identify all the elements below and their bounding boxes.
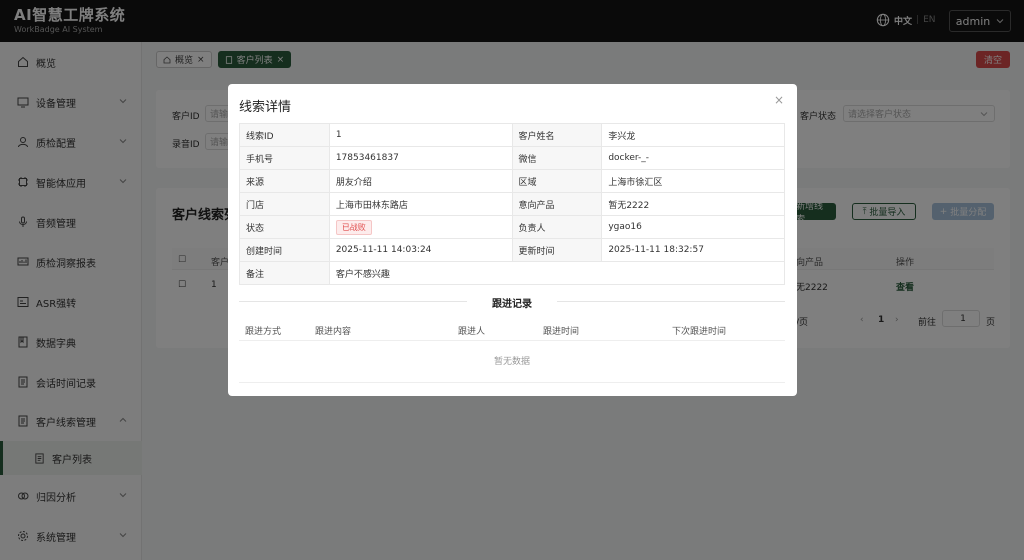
lead-detail-modal: 线索详情 × 线索ID 1 客户姓名 李兴龙 手机号 17853461837 微… <box>228 84 797 396</box>
field-label: 区域 <box>511 169 603 193</box>
created-time-value: 2025-11-11 14:03:24 <box>328 238 513 262</box>
product-value: 暂无2222 <box>601 192 785 216</box>
field-label: 微信 <box>511 146 603 170</box>
updated-time-value: 2025-11-11 18:32:57 <box>601 238 785 262</box>
followup-header: 跟进方式 跟进内容 跟进人 跟进时间 下次跟进时间 <box>239 319 785 341</box>
followup-divider: 跟进记录 <box>239 295 785 310</box>
field-label: 意向产品 <box>511 192 603 216</box>
field-label: 来源 <box>239 169 330 193</box>
field-label: 状态 <box>239 215 330 239</box>
field-label: 门店 <box>239 192 330 216</box>
wechat-value: docker-_- <box>601 146 785 170</box>
phone-value: 17853461837 <box>328 146 513 170</box>
status-cell: 已战败 <box>328 215 513 239</box>
close-icon[interactable]: × <box>774 93 784 107</box>
owner-value: ygao16 <box>601 215 785 239</box>
followup-title: 跟进记录 <box>492 299 532 310</box>
col-followup-method: 跟进方式 <box>245 327 282 337</box>
store-value: 上海市田林东路店 <box>328 192 513 216</box>
source-value: 朋友介绍 <box>328 169 513 193</box>
field-label: 备注 <box>239 261 330 285</box>
col-followup-content: 跟进内容 <box>315 327 352 337</box>
field-label: 创建时间 <box>239 238 330 262</box>
col-followup-time: 跟进时间 <box>543 327 580 337</box>
field-label: 手机号 <box>239 146 330 170</box>
field-label: 负责人 <box>511 215 603 239</box>
remark-value: 客户不感兴趣 <box>328 261 786 285</box>
customer-name-value: 李兴龙 <box>601 123 785 147</box>
field-label: 线索ID <box>239 123 330 147</box>
detail-table: 线索ID 1 客户姓名 李兴龙 手机号 17853461837 微信 docke… <box>239 123 786 285</box>
field-label: 更新时间 <box>511 238 603 262</box>
field-label: 客户姓名 <box>511 123 603 147</box>
status-badge: 已战败 <box>335 219 372 235</box>
col-followup-person: 跟进人 <box>458 327 486 337</box>
modal-title: 线索详情 <box>239 100 292 115</box>
col-next-followup-time: 下次跟进时间 <box>672 327 727 337</box>
region-value: 上海市徐汇区 <box>601 169 785 193</box>
lead-id-value: 1 <box>328 123 513 147</box>
empty-state: 暂无数据 <box>239 341 785 383</box>
